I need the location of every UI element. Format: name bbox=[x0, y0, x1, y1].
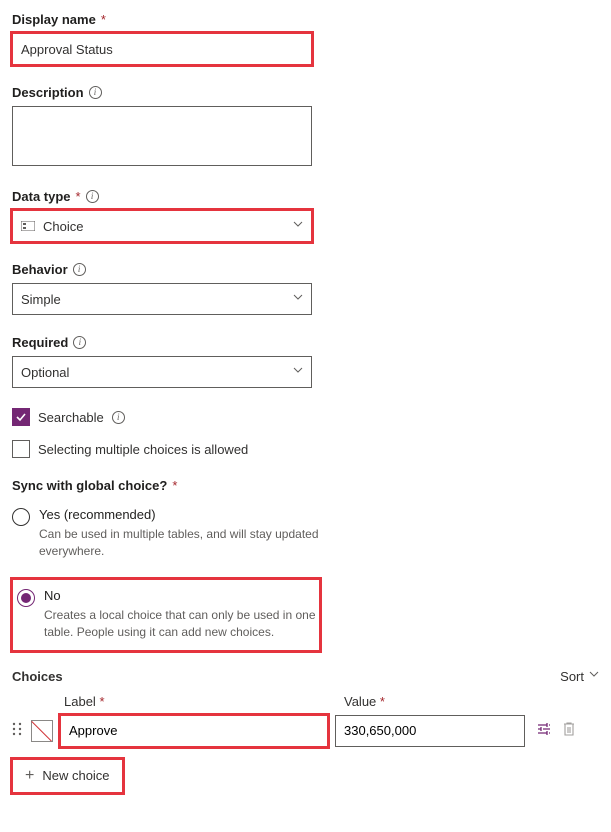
info-icon[interactable]: i bbox=[112, 411, 125, 424]
sync-label: Sync with global choice? * bbox=[12, 478, 599, 493]
sync-yes-option[interactable]: Yes (recommended) Can be used in multipl… bbox=[12, 505, 599, 563]
new-choice-label: New choice bbox=[42, 768, 109, 783]
description-label-text: Description bbox=[12, 85, 84, 100]
chevron-down-icon bbox=[589, 671, 599, 681]
display-name-label-text: Display name bbox=[12, 12, 96, 27]
required-select[interactable]: Optional bbox=[12, 356, 312, 388]
sync-label-text: Sync with global choice? bbox=[12, 478, 167, 493]
sync-yes-desc: Can be used in multiple tables, and will… bbox=[39, 526, 319, 561]
column-label-header: Label * bbox=[64, 694, 332, 709]
display-name-label: Display name * bbox=[12, 12, 599, 27]
sort-button[interactable]: Sort bbox=[560, 669, 599, 684]
display-name-input[interactable] bbox=[12, 33, 312, 65]
choice-value-input[interactable] bbox=[335, 715, 525, 747]
data-type-label-text: Data type bbox=[12, 189, 71, 204]
behavior-label-text: Behavior bbox=[12, 262, 68, 277]
multiple-checkbox[interactable] bbox=[12, 440, 30, 458]
sync-no-label: No bbox=[44, 588, 319, 603]
data-type-select[interactable]: Choice bbox=[12, 210, 312, 242]
required-asterisk: * bbox=[101, 12, 106, 27]
required-label-text: Required bbox=[12, 335, 68, 350]
description-label: Description i bbox=[12, 85, 599, 100]
drag-handle-icon[interactable] bbox=[12, 722, 24, 739]
sync-no-desc: Creates a local choice that can only be … bbox=[44, 607, 319, 642]
data-type-label: Data type * i bbox=[12, 189, 599, 204]
radio-yes[interactable] bbox=[12, 508, 30, 526]
required-asterisk: * bbox=[172, 478, 177, 493]
sync-yes-label: Yes (recommended) bbox=[39, 507, 599, 522]
multiple-label: Selecting multiple choices is allowed bbox=[38, 442, 248, 457]
sort-label: Sort bbox=[560, 669, 584, 684]
delete-icon[interactable] bbox=[562, 721, 576, 740]
behavior-select[interactable]: Simple bbox=[12, 283, 312, 315]
color-swatch[interactable] bbox=[31, 720, 53, 742]
plus-icon: + bbox=[25, 767, 34, 785]
choices-title: Choices bbox=[12, 669, 63, 684]
choice-label-input[interactable] bbox=[60, 715, 328, 747]
searchable-label: Searchable bbox=[38, 410, 104, 425]
info-icon[interactable]: i bbox=[89, 86, 102, 99]
column-value-header: Value * bbox=[344, 694, 534, 709]
behavior-value: Simple bbox=[21, 292, 61, 307]
description-input[interactable] bbox=[12, 106, 312, 166]
info-icon[interactable]: i bbox=[73, 263, 86, 276]
sync-no-option[interactable]: No Creates a local choice that can only … bbox=[17, 586, 319, 644]
choice-row bbox=[12, 715, 599, 747]
chevron-down-icon bbox=[293, 294, 303, 304]
settings-icon[interactable] bbox=[536, 721, 552, 740]
searchable-checkbox[interactable] bbox=[12, 408, 30, 426]
behavior-label: Behavior i bbox=[12, 262, 599, 277]
info-icon[interactable]: i bbox=[73, 336, 86, 349]
chevron-down-icon bbox=[293, 221, 303, 231]
radio-no[interactable] bbox=[17, 589, 35, 607]
new-choice-button[interactable]: + New choice bbox=[12, 759, 123, 793]
info-icon[interactable]: i bbox=[86, 190, 99, 203]
required-asterisk: * bbox=[76, 189, 81, 204]
required-value: Optional bbox=[21, 365, 69, 380]
choice-type-icon bbox=[21, 220, 35, 232]
data-type-value: Choice bbox=[43, 219, 83, 234]
chevron-down-icon bbox=[293, 367, 303, 377]
required-label: Required i bbox=[12, 335, 599, 350]
